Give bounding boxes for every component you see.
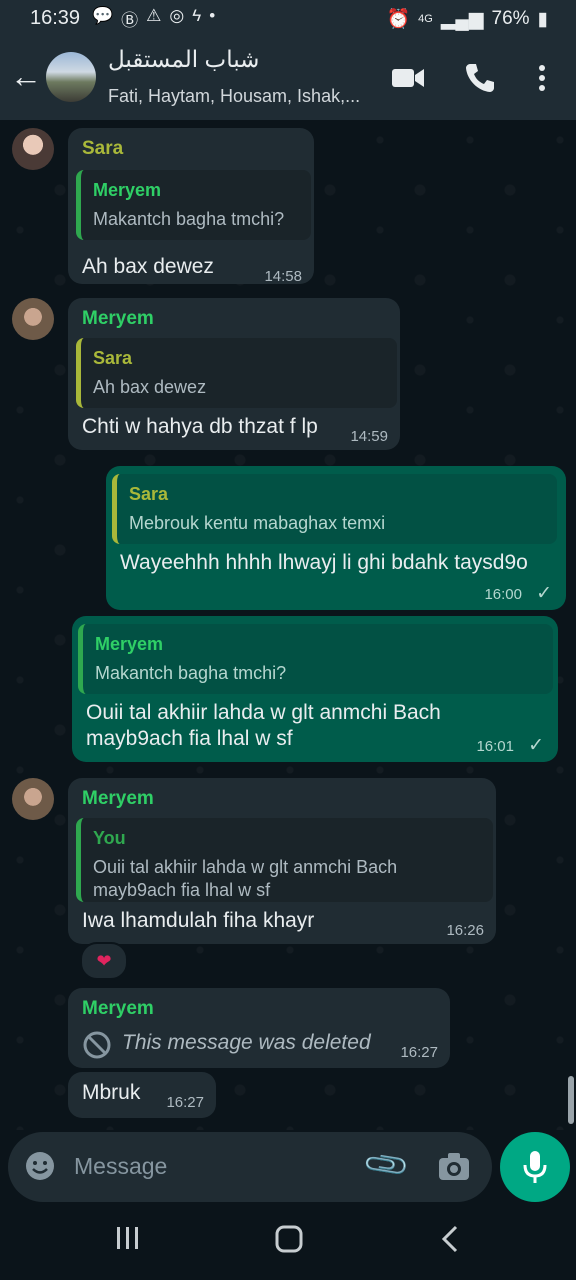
message-text-line-2: mayb9ach fia lhal w sf [86,727,293,750]
group-avatar[interactable] [46,52,96,102]
warning-icon: ⚠ [146,6,162,25]
sender-name[interactable]: Sara [82,138,123,160]
more-options-icon[interactable] [525,60,559,96]
deleted-message-icon [83,1031,111,1059]
messenger-icon: ϟ [192,6,202,25]
message-time: 14:58 [264,268,302,285]
status-right: ⏰ 4G ▂▄▆ 76% ▮ [386,7,548,31]
quote-text: Mebrouk kentu mabaghax temxi [129,513,386,533]
system-nav-bar [0,1206,576,1280]
battery-label: 76% [491,8,530,29]
quote-sender: Sara [129,484,169,504]
scrollbar[interactable] [568,1076,574,1124]
chat-area[interactable]: Sara Meryem Makantch bagha tmchi? Ah bax… [0,120,576,1130]
camera-icon[interactable] [436,1148,472,1184]
message-bubble[interactable]: Mbruk 16:27 [68,1072,216,1118]
notification-icons: 💬 Ⓑ ⚠ ◎ ϟ • [92,6,215,31]
messenger-app-icon: Ⓑ [121,11,139,30]
message-time: 16:27 [166,1094,204,1111]
quote-text-line-2: mayb9ach fia lhal w sf [93,880,271,900]
message-time: 16:26 [446,922,484,939]
message-bubble[interactable]: Sara Meryem Makantch bagha tmchi? Ah bax… [68,128,314,285]
message-bubble[interactable]: Meryem Sara Ah bax dewez Chti w hahya db… [68,298,400,450]
quoted-message[interactable]: You Ouii tal akhiir lahda w glt anmchi B… [76,818,493,902]
quoted-message[interactable]: Meryem Makantch bagha tmchi? [78,624,553,694]
quote-text: Ah bax dewez [93,377,207,397]
battery-icon: ▮ [537,8,548,30]
avatar-sara[interactable] [12,128,54,170]
chat-bubble-icon: 💬 [92,6,114,25]
quote-sender: Meryem [93,180,162,200]
recent-apps-icon[interactable] [114,1224,142,1252]
avatar-meryem[interactable] [12,298,54,340]
message-input[interactable]: Message [74,1153,167,1180]
status-time: 16:39 [30,7,81,29]
quoted-message[interactable]: Sara Ah bax dewez [76,338,397,408]
message-bubble[interactable]: Meryem You Ouii tal akhiir lahda w glt a… [68,778,496,944]
back-icon[interactable] [438,1224,464,1254]
avatar-meryem[interactable] [12,778,54,820]
status-bar: 16:39 💬 Ⓑ ⚠ ◎ ϟ • ⏰ 4G ▂▄▆ 76% ▮ [0,0,576,38]
instagram-icon: ◎ [169,6,185,25]
message-time: 16:27 [400,1044,438,1061]
message-bubble[interactable]: Meryem This message was deleted 16:27 [68,988,450,1068]
message-text: Wayeehhh hhhh lhwayj li ghi bdahk taysd9… [120,551,528,574]
signal-icon: ▂▄▆ [440,8,484,30]
message-composer[interactable]: Message 📎 [8,1132,492,1202]
message-time: 16:00 [484,586,522,603]
message-text: Mbruk [82,1081,141,1104]
voice-message-button[interactable] [500,1132,570,1202]
alarm-icon: ⏰ [386,9,411,30]
outgoing-message-bubble[interactable]: Meryem Makantch bagha tmchi? Ouii tal ak… [72,616,558,762]
message-text: Ah bax dewez [82,255,214,278]
quote-sender: Sara [93,348,133,368]
message-text: Iwa lhamdulah fiha khayr [82,909,315,932]
group-members[interactable]: Fati, Haytam, Housam, Ishak,... [108,86,360,107]
message-text-line-1: Ouii tal akhiir lahda w glt anmchi Bach [86,701,441,724]
sent-check-icon: ✓ [528,735,544,756]
quote-text-line-1: Ouii tal akhiir lahda w glt anmchi Bach [93,857,398,877]
microphone-icon [523,1151,547,1183]
quote-text: Makantch bagha tmchi? [95,663,287,683]
sent-check-icon: ✓ [536,583,552,604]
attach-icon[interactable]: 📎 [361,1140,412,1191]
sender-name[interactable]: Meryem [82,308,154,330]
message-time: 14:59 [350,428,388,445]
message-text: Chti w hahya db thzat f lp [82,415,318,438]
home-icon[interactable] [274,1224,304,1254]
group-title[interactable]: شباب المستقبل [108,46,259,73]
outgoing-message-bubble[interactable]: Sara Mebrouk kentu mabaghax temxi Wayeeh… [106,466,566,610]
message-time: 16:01 [476,738,514,755]
voice-call-icon[interactable] [462,60,498,96]
quote-sender: Meryem [95,634,164,654]
sender-name[interactable]: Meryem [82,998,154,1020]
sender-name[interactable]: Meryem [82,788,154,810]
heart-reaction[interactable]: ❤ [80,942,128,980]
quoted-message[interactable]: Sara Mebrouk kentu mabaghax temxi [112,474,557,544]
emoji-icon[interactable] [24,1150,56,1182]
dot-icon: • [209,6,216,25]
network-label: 4G [418,13,433,25]
chat-header: ← شباب المستقبل Fati, Haytam, Housam, Is… [0,38,576,120]
quote-sender: You [93,828,126,848]
back-arrow-icon[interactable]: ← [10,58,42,95]
quoted-message[interactable]: Meryem Makantch bagha tmchi? [76,170,311,240]
video-call-icon[interactable] [390,60,426,96]
quote-text: Makantch bagha tmchi? [93,209,285,229]
deleted-message-text: This message was deleted [122,1031,371,1054]
